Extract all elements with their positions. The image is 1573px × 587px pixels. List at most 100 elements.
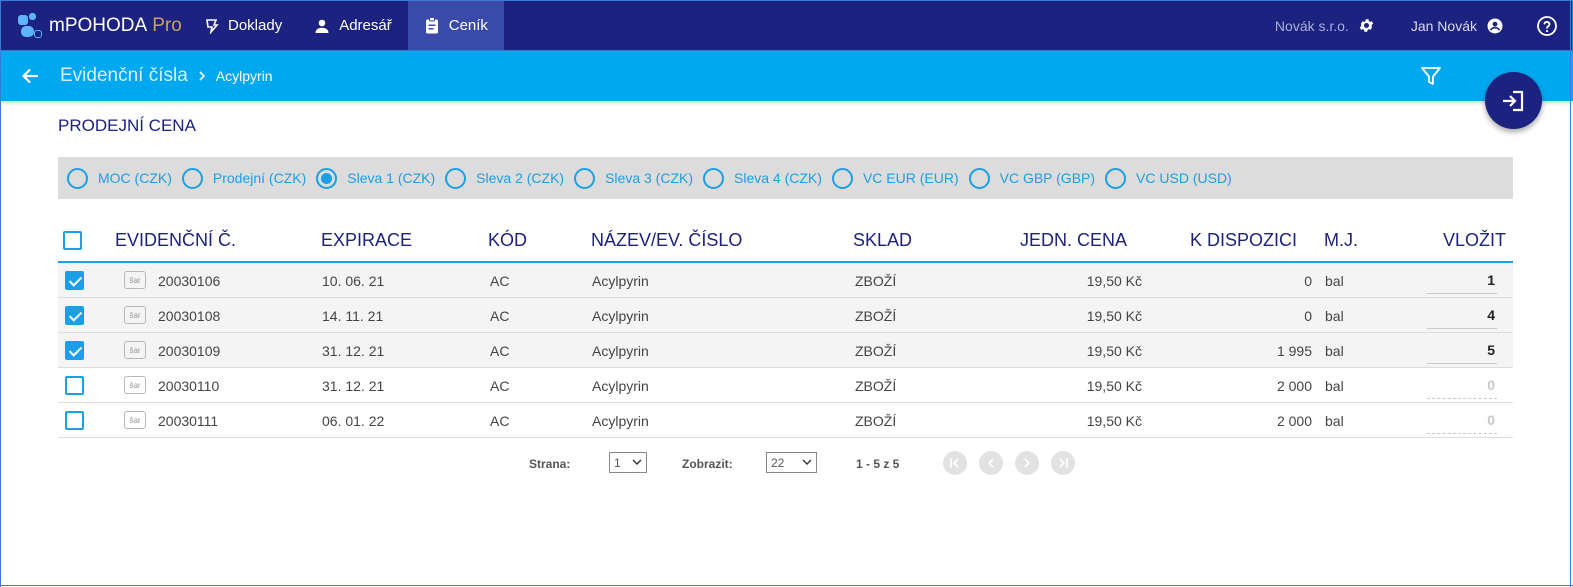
column-header-vlozit[interactable]: VLOŽIT: [1443, 230, 1506, 251]
table-row[interactable]: šar 20030106 10. 06. 21 AC Acylpyrin ZBOŽÍ 19,…: [58, 263, 1513, 298]
price-option[interactable]: Sleva 2 (CZK): [445, 167, 564, 189]
cell-mj: bal: [1325, 413, 1344, 429]
price-option[interactable]: Sleva 1 (CZK): [316, 167, 435, 189]
help-button[interactable]: [1536, 15, 1558, 37]
previous-page-button[interactable]: [979, 451, 1003, 475]
cell-dispozice: 2 000: [1276, 378, 1312, 394]
batch-badge-icon: šar: [124, 271, 146, 289]
app-name: mPOHODA: [49, 14, 148, 36]
cell-cena: 19,50 Kč: [1086, 273, 1142, 289]
quantity-input[interactable]: 0: [1427, 375, 1497, 399]
table-row[interactable]: šar 20030108 14. 11. 21 AC Acylpyrin ZBOŽÍ 19,…: [58, 298, 1513, 333]
select-all-checkbox[interactable]: [63, 231, 82, 250]
nav-item-cenik[interactable]: Ceník: [407, 1, 504, 50]
chevron-down-icon: [802, 459, 812, 465]
table-row[interactable]: šar 20030109 31. 12. 21 AC Acylpyrin ZBOŽÍ 19,…: [58, 333, 1513, 368]
radio-unchecked-icon[interactable]: [181, 167, 203, 189]
radio-unchecked-icon[interactable]: [831, 167, 853, 189]
documents-icon: [206, 18, 219, 34]
nav-item-label: Doklady: [228, 17, 283, 34]
page-size-value: 22: [771, 455, 785, 470]
row-checkbox[interactable]: [65, 411, 84, 430]
cell-cena: 19,50 Kč: [1086, 343, 1142, 359]
nav-item-doklady[interactable]: Doklady: [187, 1, 298, 50]
last-page-button[interactable]: [1051, 451, 1075, 475]
column-header-cena[interactable]: JEDN. CENA: [1020, 230, 1127, 251]
column-header-mj[interactable]: M.J.: [1324, 230, 1358, 251]
section-title: PRODEJNÍ CENA: [58, 116, 196, 135]
quantity-input[interactable]: 0: [1427, 410, 1497, 434]
row-checkbox[interactable]: [65, 376, 84, 395]
column-header-sklad[interactable]: SKLAD: [853, 230, 912, 251]
price-option[interactable]: VC USD (USD): [1105, 167, 1232, 189]
table-row[interactable]: šar 20030111 06. 01. 22 AC Acylpyrin ZBOŽÍ 19,…: [58, 403, 1513, 438]
radio-unchecked-icon[interactable]: [67, 167, 88, 189]
next-page-button[interactable]: [1015, 451, 1039, 475]
column-header-nazev[interactable]: NÁZEV/EV. ČÍSLO: [591, 230, 742, 251]
batch-badge-icon: šar: [124, 341, 146, 359]
breadcrumb-parent[interactable]: Evidenční čísla: [60, 65, 188, 87]
page-select[interactable]: 1: [609, 452, 647, 473]
last-page-icon: [1059, 458, 1068, 468]
cell-nazev: Acylpyrin: [592, 273, 649, 289]
insert-button[interactable]: [1485, 72, 1542, 129]
price-option[interactable]: Sleva 3 (CZK): [574, 167, 694, 189]
price-option-label: Sleva 3 (CZK): [605, 170, 694, 186]
price-option-label: MOC (CZK): [98, 170, 172, 186]
breadcrumb-current: Acylpyrin: [215, 68, 273, 84]
page-value: 1: [614, 455, 621, 470]
column-header-evid[interactable]: EVIDENČNÍ Č.: [115, 230, 236, 251]
row-checkbox[interactable]: [65, 271, 84, 290]
price-option[interactable]: MOC (CZK): [67, 167, 172, 189]
nav-item-adresar[interactable]: Adresář: [298, 1, 408, 50]
cell-dispozice: 0: [1304, 308, 1312, 324]
back-button[interactable]: [20, 66, 40, 86]
cell-mj: bal: [1325, 378, 1344, 394]
user-menu[interactable]: Jan Novák: [1411, 17, 1504, 35]
column-header-dispozice[interactable]: K DISPOZICI: [1190, 230, 1297, 251]
column-header-expirace[interactable]: EXPIRACE: [321, 230, 412, 251]
page-size-select[interactable]: 22: [766, 452, 817, 473]
app-logo[interactable]: mPOHODA Pro: [1, 1, 187, 50]
radio-unchecked-icon[interactable]: [968, 167, 990, 189]
cell-mj: bal: [1325, 273, 1344, 289]
cell-kod: AC: [490, 308, 510, 324]
price-type-selector: MOC (CZK) Prodejní (CZK) Sleva 1 (CZK) Slev…: [58, 157, 1513, 199]
cell-nazev: Acylpyrin: [592, 308, 649, 324]
cell-sklad: ZBOŽÍ: [855, 343, 897, 359]
row-checkbox[interactable]: [65, 306, 84, 325]
cell-mj: bal: [1325, 308, 1344, 324]
radio-checked-icon[interactable]: [316, 167, 338, 189]
cell-expirace: 31. 12. 21: [322, 378, 385, 394]
cell-kod: AC: [490, 273, 510, 289]
row-checkbox[interactable]: [65, 341, 84, 360]
cell-evid: 20030109: [158, 343, 221, 359]
quantity-input[interactable]: 5: [1427, 340, 1497, 364]
batch-badge-icon: šar: [124, 376, 146, 394]
price-option[interactable]: Prodejní (CZK): [181, 167, 306, 189]
cell-nazev: Acylpyrin: [592, 378, 649, 394]
quantity-input[interactable]: 4: [1427, 305, 1497, 329]
nav-item-label: Ceník: [448, 17, 488, 34]
gear-icon: [1359, 19, 1374, 32]
price-option[interactable]: Sleva 4 (CZK): [703, 167, 822, 189]
cell-dispozice: 2 000: [1276, 413, 1312, 429]
cell-cena: 19,50 Kč: [1086, 413, 1142, 429]
price-option[interactable]: VC GBP (GBP): [968, 167, 1095, 189]
radio-unchecked-icon[interactable]: [1105, 167, 1127, 189]
cell-evid: 20030106: [158, 273, 221, 289]
login-icon: [1502, 90, 1523, 111]
radio-unchecked-icon[interactable]: [445, 167, 467, 189]
first-page-button[interactable]: [943, 451, 967, 475]
price-option[interactable]: VC EUR (EUR): [831, 167, 959, 189]
user-name: Jan Novák: [1410, 17, 1477, 34]
company-selector[interactable]: Novák s.r.o.: [1275, 17, 1375, 34]
pagination: Strana: 1 Zobrazit: 22 1 - 5 z 5: [0, 451, 1573, 475]
table-row[interactable]: šar 20030110 31. 12. 21 AC Acylpyrin ZBOŽÍ 19,…: [58, 368, 1513, 403]
quantity-input[interactable]: 1: [1427, 270, 1497, 294]
radio-unchecked-icon[interactable]: [574, 167, 596, 189]
column-header-kod[interactable]: KÓD: [488, 230, 527, 251]
radio-unchecked-icon[interactable]: [703, 167, 725, 189]
record-count: 1 - 5 z 5: [856, 457, 900, 471]
filter-button[interactable]: [1420, 65, 1442, 92]
